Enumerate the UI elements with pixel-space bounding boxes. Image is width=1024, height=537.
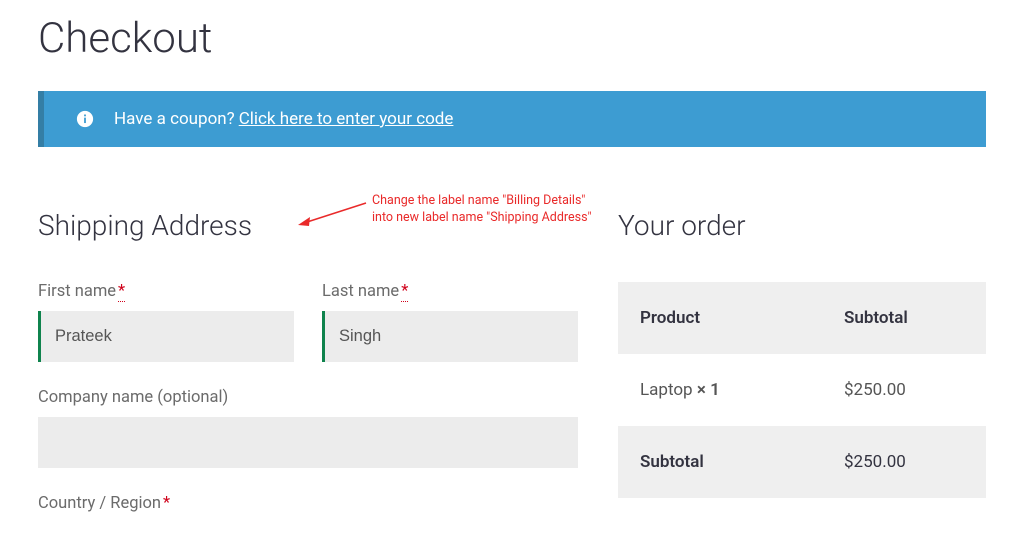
annotation-line1: Change the label name "Billing Details"	[372, 193, 622, 210]
coupon-banner: Have a coupon? Click here to enter your …	[38, 91, 986, 147]
order-header-product: Product	[640, 308, 844, 328]
order-table: Product Subtotal Laptop × 1 $250.00 Subt…	[618, 282, 986, 498]
info-icon	[76, 110, 94, 128]
coupon-link[interactable]: Click here to enter your code	[239, 109, 454, 129]
order-heading: Your order	[618, 209, 986, 242]
last-name-input[interactable]	[322, 311, 578, 362]
company-label: Company name (optional)	[38, 388, 578, 407]
order-item-row: Laptop × 1 $250.00	[618, 354, 986, 426]
required-mark: *	[401, 282, 408, 302]
order-subtotal-value: $250.00	[844, 452, 964, 472]
order-header-subtotal: Subtotal	[844, 308, 964, 328]
country-label: Country / Region*	[38, 494, 578, 513]
company-input[interactable]	[38, 417, 578, 468]
order-subtotal-label: Subtotal	[640, 452, 844, 472]
required-mark: *	[118, 282, 125, 302]
order-header-row: Product Subtotal	[618, 282, 986, 354]
first-name-input[interactable]	[38, 311, 294, 362]
order-item-name: Laptop × 1	[640, 380, 844, 400]
first-name-label: First name*	[38, 282, 294, 301]
order-item-price: $250.00	[844, 380, 964, 400]
order-item-qty: × 1	[697, 380, 720, 400]
billing-heading: Shipping Address	[38, 209, 578, 242]
last-name-label: Last name*	[322, 282, 578, 301]
required-mark: *	[163, 494, 170, 513]
page-title: Checkout	[38, 0, 986, 91]
coupon-question: Have a coupon?	[114, 109, 235, 129]
order-subtotal-row: Subtotal $250.00	[618, 426, 986, 498]
